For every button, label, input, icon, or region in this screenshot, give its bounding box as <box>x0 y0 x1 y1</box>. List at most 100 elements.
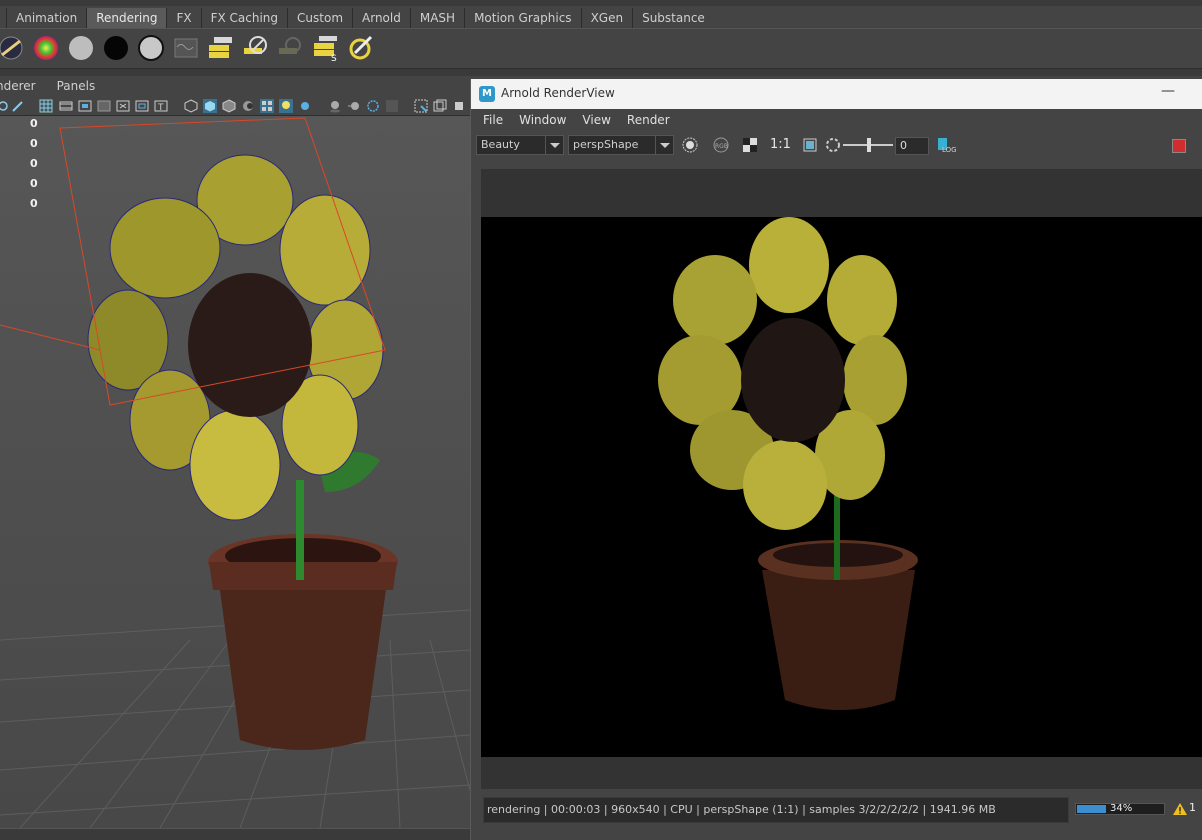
shelf-tab-xgen[interactable]: XGen <box>580 8 633 28</box>
textured-icon[interactable] <box>260 99 274 113</box>
render-settings-icon[interactable] <box>171 33 201 63</box>
hud-value: 0 <box>30 137 38 150</box>
batch-render-icon[interactable]: S <box>311 33 341 63</box>
camera-select[interactable]: perspShape <box>568 135 674 155</box>
render-canvas[interactable] <box>481 169 1202 789</box>
ipr-disabled-icon[interactable] <box>276 33 306 63</box>
progress-percent: 34% <box>1110 803 1133 814</box>
safe-title-icon[interactable]: T <box>154 99 168 113</box>
viewport-menubar: nderer Panels <box>0 76 470 96</box>
renderview-toolbar: Beauty perspShape RGB 1:1 0 LOG <box>471 131 1202 159</box>
ambient-occlusion-icon[interactable] <box>328 99 342 113</box>
shelf-tab-substance[interactable]: Substance <box>632 8 714 28</box>
shelf-separator <box>0 68 1202 76</box>
shelf-tab-animation[interactable]: Animation <box>6 8 86 28</box>
warning-icon[interactable] <box>1172 802 1188 816</box>
chevron-down-icon <box>655 136 673 154</box>
viewport-toolbar: T <box>0 96 470 116</box>
black-sphere-icon[interactable] <box>101 33 131 63</box>
rendered-flower-center <box>741 318 845 442</box>
arnold-renderview-window: M Arnold RenderView — File Window View R… <box>470 79 1202 840</box>
renderview-menubar: File Window View Render <box>471 109 1202 131</box>
default-material-icon[interactable] <box>222 99 236 113</box>
lasso-icon[interactable] <box>0 99 10 113</box>
field-chart-icon[interactable] <box>116 99 130 113</box>
rgb-label: RGB <box>715 143 728 150</box>
shelf-tab-rendering[interactable]: Rendering <box>86 8 167 28</box>
menu-view[interactable]: View <box>582 113 610 127</box>
minimize-button[interactable]: — <box>1161 83 1175 99</box>
use-lights-icon[interactable] <box>279 99 293 113</box>
menu-render[interactable]: Render <box>627 113 670 127</box>
camera-lens-icon[interactable] <box>0 33 26 63</box>
anti-aliasing-icon[interactable] <box>366 99 380 113</box>
maya-logo-icon: M <box>479 86 495 102</box>
hud-value: 0 <box>30 117 38 130</box>
shelf-icon-bar: S <box>0 28 1202 68</box>
wireframe-cube-icon[interactable] <box>184 99 198 113</box>
pixel-ratio-button[interactable]: 1:1 <box>770 137 791 152</box>
shelf-tab-custom[interactable]: Custom <box>287 8 352 28</box>
aov-select[interactable]: Beauty <box>476 135 564 155</box>
xray-icon[interactable] <box>241 99 255 113</box>
camera-select-value: perspShape <box>573 138 639 151</box>
ipr-render-icon[interactable] <box>241 33 271 63</box>
viewport-3d[interactable] <box>0 116 470 828</box>
blinn-sphere-icon[interactable] <box>136 33 166 63</box>
lambert-sphere-icon[interactable] <box>66 33 96 63</box>
scene-render <box>0 117 470 828</box>
render-region-icon[interactable] <box>682 137 698 153</box>
exposure-icon[interactable] <box>825 137 841 153</box>
shelf-tabs: Animation Rendering FX FX Caching Custom… <box>0 6 1202 28</box>
ramp-shader-icon[interactable] <box>31 33 61 63</box>
render-image <box>481 217 1202 757</box>
window-title: Arnold RenderView <box>501 86 615 100</box>
stop-render-button[interactable] <box>1172 139 1186 153</box>
maya-window: Animation Rendering FX FX Caching Custom… <box>0 0 1202 840</box>
component-icon[interactable] <box>452 99 466 113</box>
frame-icon[interactable] <box>802 137 818 153</box>
render-frame-icon[interactable] <box>206 33 236 63</box>
render-view-icon[interactable] <box>346 33 376 63</box>
grid-icon[interactable] <box>39 99 53 113</box>
shelf-tab-fx-caching[interactable]: FX Caching <box>200 8 287 28</box>
window-titlebar[interactable]: M Arnold RenderView — <box>471 79 1202 109</box>
smooth-shade-icon[interactable] <box>203 99 217 113</box>
film-gate-icon[interactable] <box>59 99 73 113</box>
rendered-sunflower <box>658 217 918 710</box>
render-progress-bar: 34% <box>1075 803 1165 815</box>
log-icon[interactable]: LOG <box>937 137 957 155</box>
hud-value: 0 <box>30 197 38 210</box>
hud-value: 0 <box>30 157 38 170</box>
menu-panels[interactable]: Panels <box>57 79 105 93</box>
shelf-tab-motion-graphics[interactable]: Motion Graphics <box>464 8 581 28</box>
hud-values: 0 0 0 0 0 <box>30 118 38 218</box>
depth-of-field-icon[interactable] <box>385 99 399 113</box>
log-label: LOG <box>942 146 957 154</box>
safe-action-icon[interactable] <box>135 99 149 113</box>
menu-window[interactable]: Window <box>519 113 566 127</box>
chevron-down-icon <box>545 136 563 154</box>
svg-text:T: T <box>157 103 164 113</box>
isolate-select-icon[interactable] <box>414 99 428 113</box>
bottom-bar <box>0 828 470 840</box>
shelf-tab-arnold[interactable]: Arnold <box>352 8 410 28</box>
gate-mask-icon[interactable] <box>97 99 111 113</box>
xray-joints-icon[interactable] <box>433 99 447 113</box>
menu-file[interactable]: File <box>483 113 503 127</box>
shelf-tab-fx[interactable]: FX <box>166 8 200 28</box>
rendered-stem <box>834 490 840 580</box>
flower-center <box>188 273 312 417</box>
shelf-tab-mash[interactable]: MASH <box>409 8 464 28</box>
motion-blur-icon[interactable] <box>347 99 361 113</box>
menu-renderer[interactable]: nderer <box>0 79 57 93</box>
resolution-gate-icon[interactable] <box>78 99 92 113</box>
alpha-channel-icon[interactable] <box>742 137 758 153</box>
progress-fill <box>1077 805 1106 813</box>
paint-icon[interactable] <box>11 99 25 113</box>
exposure-slider-handle[interactable] <box>867 138 871 152</box>
shadows-icon[interactable] <box>298 99 312 113</box>
rgb-channel-icon[interactable]: RGB <box>713 137 729 153</box>
render-status: rendering | 00:00:03 | 960x540 | CPU | p… <box>483 797 1069 823</box>
exposure-field[interactable]: 0 <box>895 137 929 155</box>
